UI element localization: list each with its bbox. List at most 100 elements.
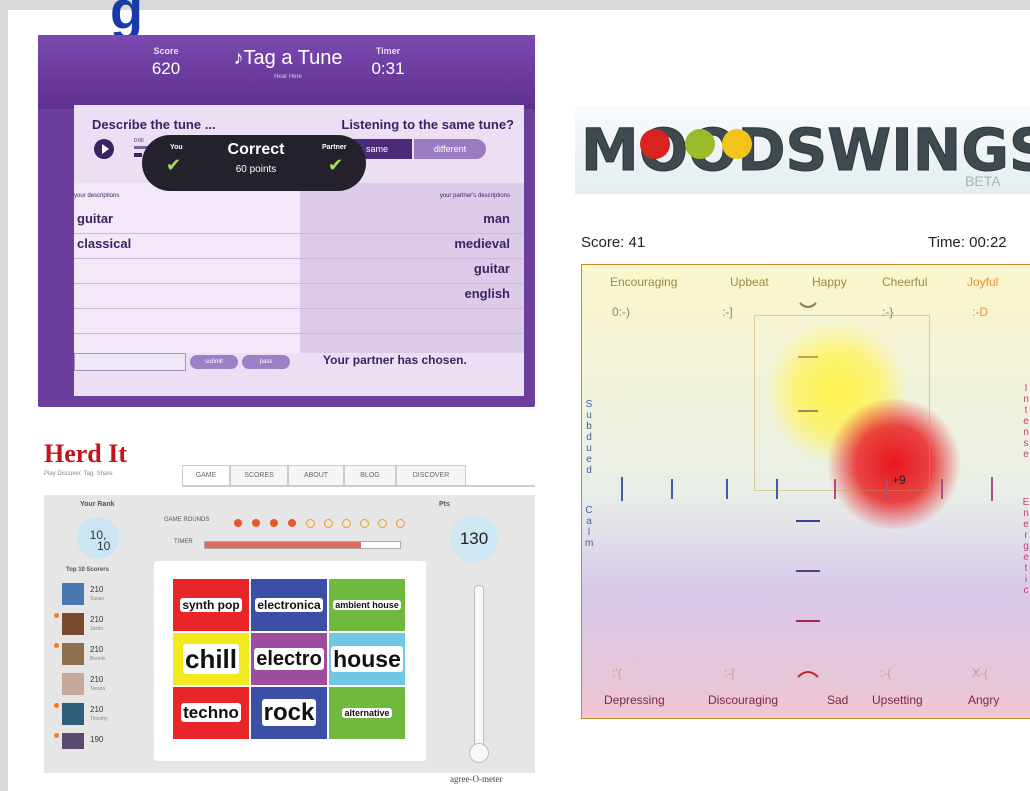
partner-status: Your partner has chosen. [323,353,467,367]
volume-icon[interactable] [134,153,142,157]
tag-a-tune-game: Score 620 ♪Tag a Tune Hear Here Timer 0:… [38,35,535,407]
top-score-row[interactable]: 210 Timothy [54,703,124,731]
round-complete-dot [288,519,296,527]
descriptions-area: your descriptions guitar classical your … [74,183,524,353]
points-badge: 130 [450,515,498,563]
herd-it-body: Your Rank 10, 10 GAME ROUNDS TIMER Pts 1… [44,495,535,784]
top-score-row[interactable]: 210 Justin [54,613,124,641]
check-icon: ✔ [166,155,182,176]
top-score-name: Susan [90,596,105,602]
online-indicator [54,643,59,648]
top-score-row[interactable]: 210 Susan [54,583,124,611]
score-value: 620 [151,59,181,78]
timer-bar [204,541,401,549]
partner-description: man [483,211,510,226]
tab-game[interactable]: GAME [182,465,230,486]
your-description: guitar [77,211,114,226]
online-indicator [54,733,59,738]
round-pending-dot [342,519,351,528]
mood-board[interactable]: Encouraging Upbeat Happy Cheerful Joyful… [581,264,1030,719]
agree-o-meter-bulb [469,743,489,763]
description-input[interactable] [74,353,186,371]
tab-about[interactable]: ABOUT [288,465,344,486]
logo-yellow-dot [722,129,752,159]
top-score-row[interactable]: 210 Tereza [54,673,124,701]
top-score-name: Tereza [90,686,106,692]
describe-label: Describe the tune ... [92,117,216,132]
divider [300,308,524,309]
round-complete-dot [252,519,260,527]
tag-tile[interactable]: house [329,633,405,685]
game-rounds-label: GAME ROUNDS [164,517,210,523]
score-label: Score [153,46,179,56]
top-score-value: 210 [90,615,104,624]
tag-tile[interactable]: electronica [251,579,327,631]
top-score-value: 210 [90,585,104,594]
top-score-name: Justin [90,626,104,632]
online-indicator [54,613,59,618]
avatar [62,733,84,749]
tag-tile[interactable]: ambient house [329,579,405,631]
partner-description: medieval [454,236,510,251]
top-score-row[interactable]: 210 Bonnie [54,643,124,671]
round-pending-dot [378,519,387,528]
top-score-row[interactable]: 190 [54,733,124,761]
tag-tile[interactable]: rock [251,687,327,739]
check-icon: ✔ [328,155,344,176]
tag-a-tune-subtitle: Hear Here [274,74,302,80]
avatar [62,643,84,665]
round-pending-dot [324,519,333,528]
partner-description: english [464,286,510,301]
rank-total: 10 [97,539,111,553]
divider [300,258,524,259]
moodswings-logo: MOODSWINGS [575,106,1030,194]
pass-button[interactable]: pass [242,355,290,369]
divider [74,283,300,284]
tag-grid: synth pop electronica ambient house chil… [154,561,426,761]
points-earned: 60 points [235,164,277,175]
tab-scores[interactable]: SCORES [230,465,288,486]
round-pending-dot [306,519,315,528]
mood-axes [592,295,1022,718]
tag-tile[interactable]: alternative [329,687,405,739]
play-icon[interactable] [94,139,114,159]
avatar [62,583,84,605]
tag-tile[interactable]: synth pop [173,579,249,631]
divider [300,233,524,234]
tag-tile[interactable]: electro [251,633,327,685]
timer-bar-fill [205,542,361,548]
tag-a-tune-title: ♪Tag a Tune [233,47,343,69]
top-score-name: Timothy [90,716,108,722]
cursor-value: +9 [892,473,906,487]
tab-discover[interactable]: DISCOVER [396,465,466,486]
your-descriptions-column: your descriptions guitar classical [74,183,300,353]
player-time: 0:06 [134,138,144,144]
avatar [62,613,84,635]
listening-label: Listening to the same tune? [341,117,514,132]
herd-it-logo: Herd It [44,439,128,468]
different-button[interactable]: different [414,139,486,159]
round-pending-dot [360,519,369,528]
tag-tile[interactable]: chill [173,633,249,685]
tag-tile[interactable]: techno [173,687,249,739]
your-rank-label: Your Rank [80,501,115,508]
submit-button[interactable]: submit [190,355,238,369]
mood-time: Time: 00:22 [928,234,1007,251]
match-feedback-badge: You ✔ Correct 60 points Partner ✔ [142,135,366,191]
your-rank-badge: 10, 10 [77,517,119,559]
tab-blog[interactable]: BLOG [344,465,396,486]
timer-label: Timer [375,46,401,56]
top-score-value: 210 [90,645,104,654]
top-scores-label: Top 10 Scorers [66,567,109,573]
moodswings-logo-graphic: MOODSWINGS [581,116,1030,185]
online-indicator [54,703,59,708]
result-label: Correct [227,141,285,158]
herd-it-game: Herd It Play Discover. Tag. Share GAME S… [44,437,535,784]
partner-description: guitar [473,261,510,276]
agree-o-meter-label: agree-O-meter [450,774,503,784]
avatar [62,673,84,695]
agree-o-meter-track[interactable] [474,585,484,749]
partner-descriptions-label: your partner's descriptions [439,193,510,199]
round-pending-dot [396,519,405,528]
mood-score: Score: 41 [581,234,646,251]
